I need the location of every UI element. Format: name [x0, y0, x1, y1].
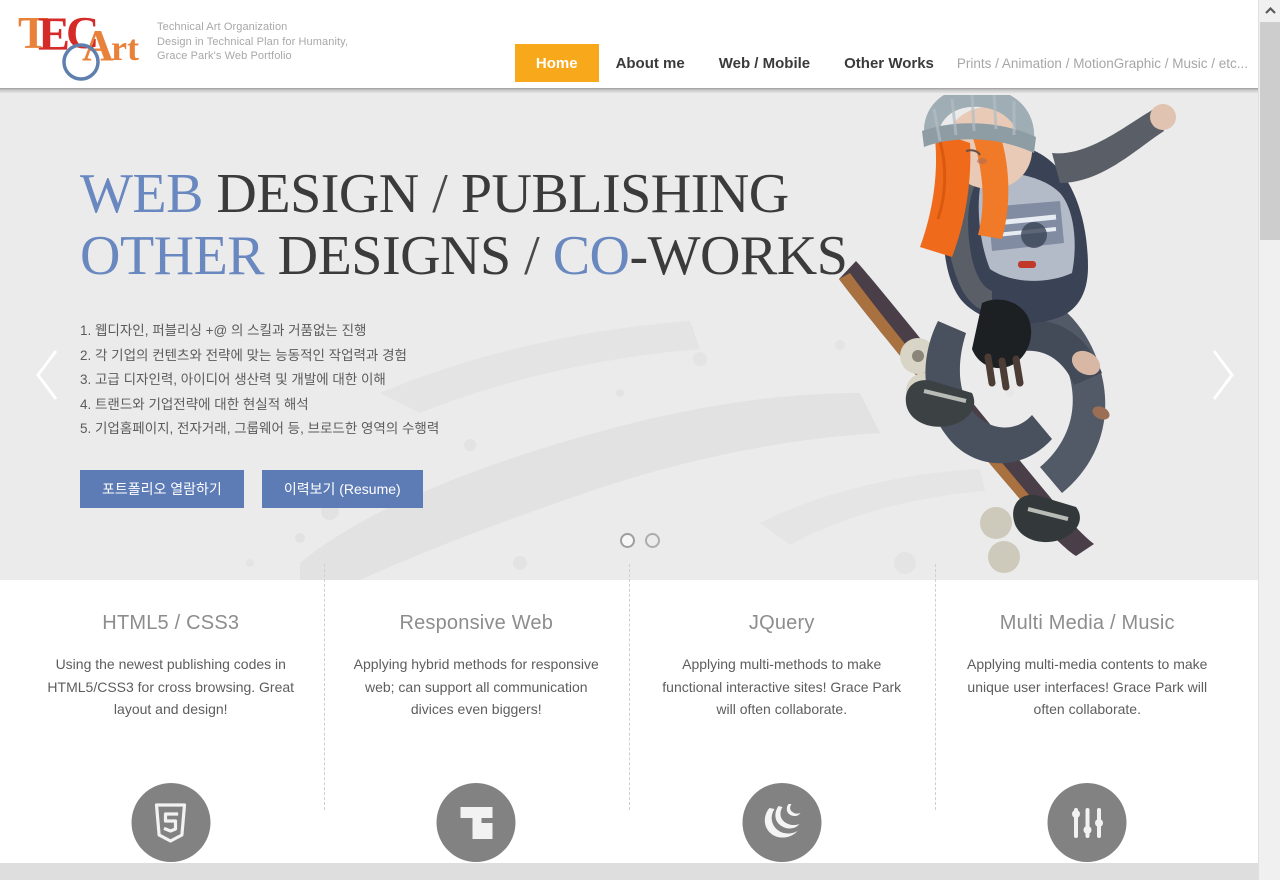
feature-icon-wrap-responsive[interactable]	[436, 783, 516, 862]
feature-icon-wrap-jquery[interactable]	[742, 783, 822, 862]
chevron-up-icon	[1264, 7, 1276, 14]
hero-bullet-2: 2. 각 기업의 컨텐츠와 전략에 맞는 능동적인 작업력과 경험	[80, 347, 407, 363]
feature-body-jquery: Applying multi-methods to make functiona…	[662, 656, 902, 717]
vertical-scrollbar[interactable]	[1258, 0, 1280, 880]
hero-title-slash-1: /	[432, 163, 448, 225]
hero-title-slash-2: /	[524, 225, 540, 287]
hero-title-rest-1b: PUBLISHING	[447, 163, 789, 225]
hero-title-accent-other: OTHER	[80, 225, 265, 287]
feature-card-multimedia: Multi Media / Music Applying multi-media…	[934, 564, 1241, 862]
tecart-logo-icon: T E C A rt	[18, 7, 139, 81]
hero-skateboarder-image	[839, 95, 1176, 573]
nav-item-about-me[interactable]: About me	[599, 44, 702, 82]
feature-body-html5: Using the newest publishing codes in HTM…	[47, 656, 295, 717]
hero-title-line-1: WEB DESIGN / PUBLISHING	[80, 163, 800, 225]
nav-item-web-mobile[interactable]: Web / Mobile	[702, 44, 827, 82]
hero-button-group: 포트폴리오 열람하기 이력보기 (Resume)	[80, 469, 800, 508]
nav-item-other-works[interactable]: Other Works	[827, 44, 951, 82]
hero-bullet-list: 1. 웹디자인, 퍼블리싱 +@ 의 스킬과 거품없는 진행 2. 각 기업의 …	[80, 319, 800, 442]
hero-bullet-4: 4. 트랜드와 기업전략에 대한 현실적 해석	[80, 396, 309, 412]
tagline-line-1: Technical Art Organization	[157, 21, 288, 33]
chevron-left-icon[interactable]	[28, 347, 66, 403]
feature-cards-section: HTML5 / CSS3 Using the newest publishing…	[0, 564, 1258, 862]
feature-title-multimedia: Multi Media / Music	[999, 612, 1175, 634]
footer-strip	[0, 863, 1258, 880]
site-tagline: Technical Art Organization Design in Tec…	[157, 20, 348, 64]
feature-body-multimedia: Applying multi-media contents to make un…	[967, 656, 1208, 717]
hero-bullet-3: 3. 고급 디자인력, 아이디어 생산력 및 개발에 대한 이해	[80, 372, 386, 387]
responsive-grid-icon	[460, 806, 493, 839]
nav-item-home[interactable]: Home	[514, 44, 599, 82]
hero-slider: WEB DESIGN / PUBLISHING OTHER DESIGNS / …	[0, 93, 1258, 580]
feature-title-responsive: Responsive Web	[399, 612, 554, 634]
hero-bullet-5: 5. 기업홈페이지, 전자거래, 그룹웨어 등, 브로드한 영역의 수행력	[80, 421, 440, 436]
chevron-right-icon[interactable]	[1202, 347, 1240, 403]
tagline-line-3: Grace Park's Web Portfolio	[157, 50, 292, 62]
feature-title-jquery: JQuery	[748, 612, 815, 634]
site-logo[interactable]: T E C A rt	[14, 4, 154, 82]
feature-card-responsive: Responsive Web Applying hybrid methods f…	[323, 564, 630, 862]
feature-icon-wrap-html5[interactable]	[131, 783, 211, 862]
feature-card-jquery: JQuery Applying multi-methods to make fu…	[629, 564, 935, 862]
hero-content: WEB DESIGN / PUBLISHING OTHER DESIGNS / …	[80, 163, 848, 508]
scrollbar-thumb[interactable]	[1260, 22, 1280, 240]
resume-button[interactable]: 이력보기 (Resume)	[261, 469, 423, 508]
feature-title-html5: HTML5 / CSS3	[102, 612, 240, 634]
feature-card-html5: HTML5 / CSS3 Using the newest publishing…	[18, 580, 324, 862]
scrollbar-up-button[interactable]	[1259, 0, 1280, 22]
hero-title-rest-2: DESIGNS	[264, 225, 525, 287]
tagline-line-2: Design in Technical Plan for Humanity,	[157, 35, 349, 48]
hero-title-rest-2b: -WORKS	[629, 225, 848, 287]
slider-dot-2[interactable]	[645, 533, 660, 548]
hero-bullet-1: 1. 웹디자인, 퍼블리싱 +@ 의 스킬과 거품없는 진행	[80, 323, 367, 338]
hero-title-rest-1: DESIGN	[202, 163, 433, 225]
nav-subtitle-other-works[interactable]: Prints / Animation / MotionGraphic / Mus…	[951, 44, 1258, 82]
site-header: T E C A rt Technical Art Organization De…	[0, 0, 1258, 88]
portfolio-button[interactable]: 포트폴리오 열람하기	[80, 469, 244, 508]
hero-title: WEB DESIGN / PUBLISHING OTHER DESIGNS / …	[80, 163, 848, 287]
slider-dots	[620, 533, 660, 548]
svg-text:rt: rt	[111, 28, 139, 68]
html5-shield-icon	[155, 802, 187, 843]
feature-icon-wrap-multimedia[interactable]	[1047, 783, 1127, 862]
hero-title-accent-web: WEB	[80, 163, 203, 225]
main-navigation: Home About me Web / Mobile Other Works P…	[514, 44, 1258, 82]
slider-dot-1[interactable]	[620, 533, 635, 548]
hero-title-accent-co: CO	[539, 225, 630, 287]
page-root: T E C A rt Technical Art Organization De…	[0, 0, 1258, 880]
hero-title-line-2: OTHER DESIGNS / CO-WORKS	[80, 225, 848, 287]
equalizer-sliders-icon	[1071, 807, 1103, 838]
jquery-logo-icon	[765, 803, 801, 838]
feature-body-responsive: Applying hybrid methods for responsive w…	[353, 656, 599, 717]
